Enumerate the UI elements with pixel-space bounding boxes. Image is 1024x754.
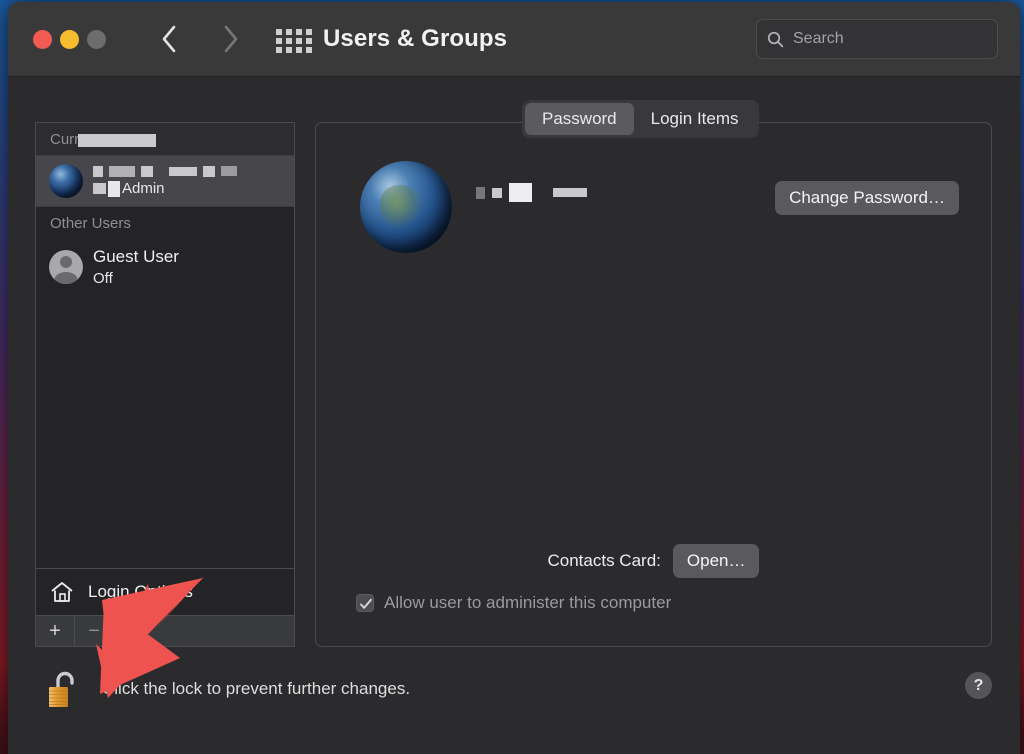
grid-dot [276,47,282,53]
account-name [476,183,587,202]
traffic-lights [33,30,106,49]
redaction-block [93,165,103,177]
grid-apps-icon[interactable] [276,29,314,53]
allow-admin-label: Allow user to administer this computer [384,593,672,612]
globe-avatar-icon[interactable] [360,161,452,253]
guest-user-name: Guest User [93,247,179,266]
contacts-card-row: Contacts Card: Open… [316,544,991,578]
grid-dot [276,38,282,44]
redaction-block [109,165,135,177]
redaction-block [108,180,120,197]
navigation-buttons [156,22,243,56]
globe-avatar-icon [49,164,83,198]
sidebar-group-other-users: Other Users [36,207,294,239]
sidebar-item-guest-user[interactable]: Guest User Off [36,239,294,296]
sidebar-item-login-options[interactable]: Login Options [36,568,294,616]
sidebar-group-current-user: Current User [36,123,294,155]
grid-dot [296,38,302,44]
window-titlebar: Users & Groups Search [8,2,1020,77]
tab-login-items[interactable]: Login Items [634,103,756,135]
close-button[interactable] [33,30,52,49]
checkmark-icon [360,598,372,609]
tab-password[interactable]: Password [525,103,634,135]
back-button[interactable] [156,22,182,56]
help-button[interactable]: ? [965,672,992,699]
contacts-card-label: Contacts Card: [547,551,661,570]
users-sidebar: Current User [35,122,295,647]
grid-dot [296,47,302,53]
search-icon [767,31,784,47]
zoom-button[interactable] [87,30,106,49]
redaction-block [553,188,587,197]
remove-user-button[interactable]: − [75,616,114,646]
window-body: Current User [8,77,1020,754]
redaction-block [203,165,215,177]
role-text: Admin [122,180,165,197]
redaction-block [141,165,153,177]
sidebar-toolbar: + − [36,616,294,646]
redaction-block [93,183,106,194]
account-detail-panel: Change Password… Contacts Card: Open… Al… [315,122,992,647]
grid-dot [306,29,312,35]
search-placeholder: Search [793,30,844,47]
guest-user-status: Off [93,269,113,287]
current-user-labels: Admin [93,165,237,197]
current-user-role: Admin [93,180,237,197]
sidebar-empty-space [36,296,294,568]
toolbar-filler [114,616,294,646]
grid-dot [286,38,292,44]
grid-dot [306,47,312,53]
page-title: Users & Groups [323,25,508,52]
redaction-block [78,133,157,147]
system-preferences-window: Users & Groups Search Current User [8,2,1020,754]
grid-dot [286,47,292,53]
redaction-block [476,186,485,199]
forward-button[interactable] [217,22,243,56]
sidebar-group-label: Other Users [50,215,131,232]
panel-tabs: Password Login Items [522,100,759,138]
minimize-button[interactable] [60,30,79,49]
redaction-block [509,183,532,202]
change-password-button[interactable]: Change Password… [775,181,959,215]
window-footer: Click the lock to prevent further change… [8,654,1020,754]
lock-message: Click the lock to prevent further change… [102,679,411,698]
open-contacts-card-button[interactable]: Open… [672,544,760,578]
search-field[interactable]: Search [756,19,998,59]
sidebar-item-current-user[interactable]: Admin [36,155,294,207]
guest-user-labels: Guest User Off [93,247,179,288]
add-user-button[interactable]: + [36,616,75,646]
home-icon [51,582,73,602]
redaction-block [492,187,502,198]
grid-dot [286,29,292,35]
login-options-label: Login Options [88,582,193,601]
grid-dot [306,38,312,44]
admin-checkbox-row[interactable]: Allow user to administer this computer [356,593,671,613]
lock-control[interactable]: Click the lock to prevent further change… [46,668,410,710]
current-user-name [93,165,237,177]
grid-dot [276,29,282,35]
grid-dot [296,29,302,35]
unlocked-padlock-icon [49,671,74,707]
redaction-block [221,166,237,176]
allow-admin-checkbox[interactable] [356,594,374,612]
redaction-block [169,166,197,176]
person-avatar-icon [49,250,83,285]
